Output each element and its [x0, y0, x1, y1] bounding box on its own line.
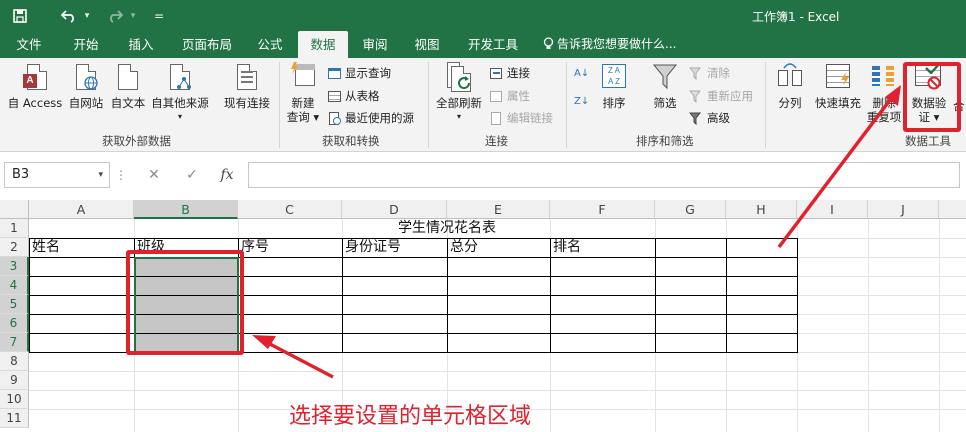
- worksheet-grid: A B C D E F G H I J 1 2 3 4 5 6 7 8 9 10…: [0, 85, 966, 432]
- annotation-arrows: [252, 85, 901, 379]
- arrow-to-validation: [777, 94, 895, 249]
- arrow-to-range: [267, 341, 334, 379]
- excel-window: ▾ ▾ = 工作簿1 - Excel 文件 开始 插入 页面布局 公式 数据 审…: [0, 0, 966, 432]
- annotation-text: 选择要设置的单元格区域: [289, 404, 532, 429]
